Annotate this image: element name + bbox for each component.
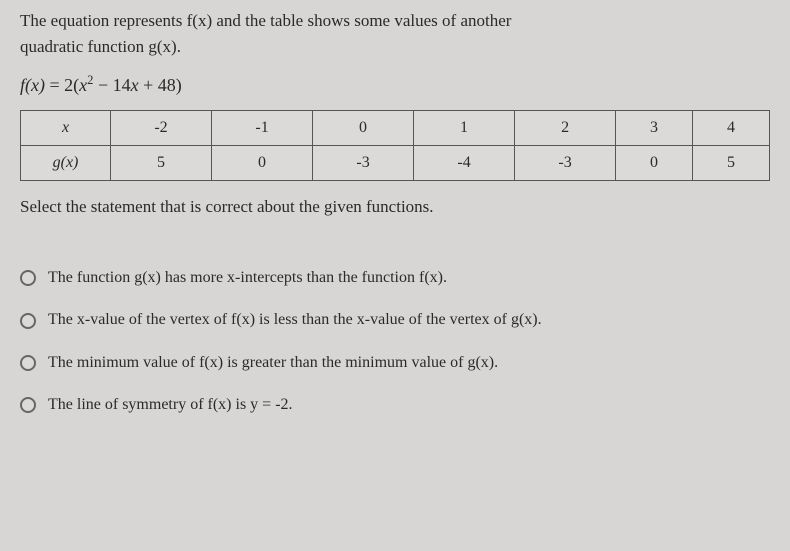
option-c-text: The minimum value of f(x) is greater tha…: [48, 352, 498, 374]
table-cell: -3: [313, 146, 414, 181]
option-a-text: The function g(x) has more x-intercepts …: [48, 267, 447, 289]
intro-line-2: quadratic function g(x).: [20, 37, 181, 56]
table-cell: 0: [313, 111, 414, 146]
equation-x2: x: [131, 75, 139, 95]
function-table: x -2 -1 0 1 2 3 4 g(x) 5 0 -3 -4 -3 0 5: [20, 110, 770, 181]
option-b[interactable]: The x-value of the vertex of f(x) is les…: [20, 309, 770, 331]
equation-lhs: f(x): [20, 75, 45, 95]
table-cell: 4: [693, 111, 770, 146]
option-b-text: The x-value of the vertex of f(x) is les…: [48, 309, 542, 331]
equation-mid: − 14: [93, 75, 130, 95]
option-c[interactable]: The minimum value of f(x) is greater tha…: [20, 352, 770, 374]
equation-x1: x: [79, 75, 87, 95]
table-cell: -4: [414, 146, 515, 181]
options-group: The function g(x) has more x-intercepts …: [20, 267, 770, 417]
radio-icon[interactable]: [20, 313, 36, 329]
option-a[interactable]: The function g(x) has more x-intercepts …: [20, 267, 770, 289]
radio-icon[interactable]: [20, 355, 36, 371]
radio-icon[interactable]: [20, 397, 36, 413]
option-d[interactable]: The line of symmetry of f(x) is y = -2.: [20, 394, 770, 416]
table-cell: 5: [111, 146, 212, 181]
equation-open: 2(: [64, 75, 79, 95]
table-cell: 0: [616, 146, 693, 181]
equation-close: + 48): [139, 75, 182, 95]
table-cell: 3: [616, 111, 693, 146]
question-prompt: Select the statement that is correct abo…: [20, 197, 770, 217]
table-row: g(x) 5 0 -3 -4 -3 0 5: [21, 146, 770, 181]
option-d-text: The line of symmetry of f(x) is y = -2.: [48, 394, 293, 416]
equation-fx: f(x) = 2(x2 − 14x + 48): [20, 73, 770, 96]
table-cell: 2: [515, 111, 616, 146]
table-cell: 0: [212, 146, 313, 181]
intro-line-1: The equation represents f(x) and the tab…: [20, 11, 511, 30]
row-label-x: x: [21, 111, 111, 146]
radio-icon[interactable]: [20, 270, 36, 286]
row-label-gx: g(x): [21, 146, 111, 181]
table-cell: -2: [111, 111, 212, 146]
question-intro: The equation represents f(x) and the tab…: [20, 8, 770, 59]
table-row: x -2 -1 0 1 2 3 4: [21, 111, 770, 146]
table-cell: -1: [212, 111, 313, 146]
table-cell: 1: [414, 111, 515, 146]
table-cell: -3: [515, 146, 616, 181]
equals-sign: =: [49, 75, 59, 95]
table-cell: 5: [693, 146, 770, 181]
